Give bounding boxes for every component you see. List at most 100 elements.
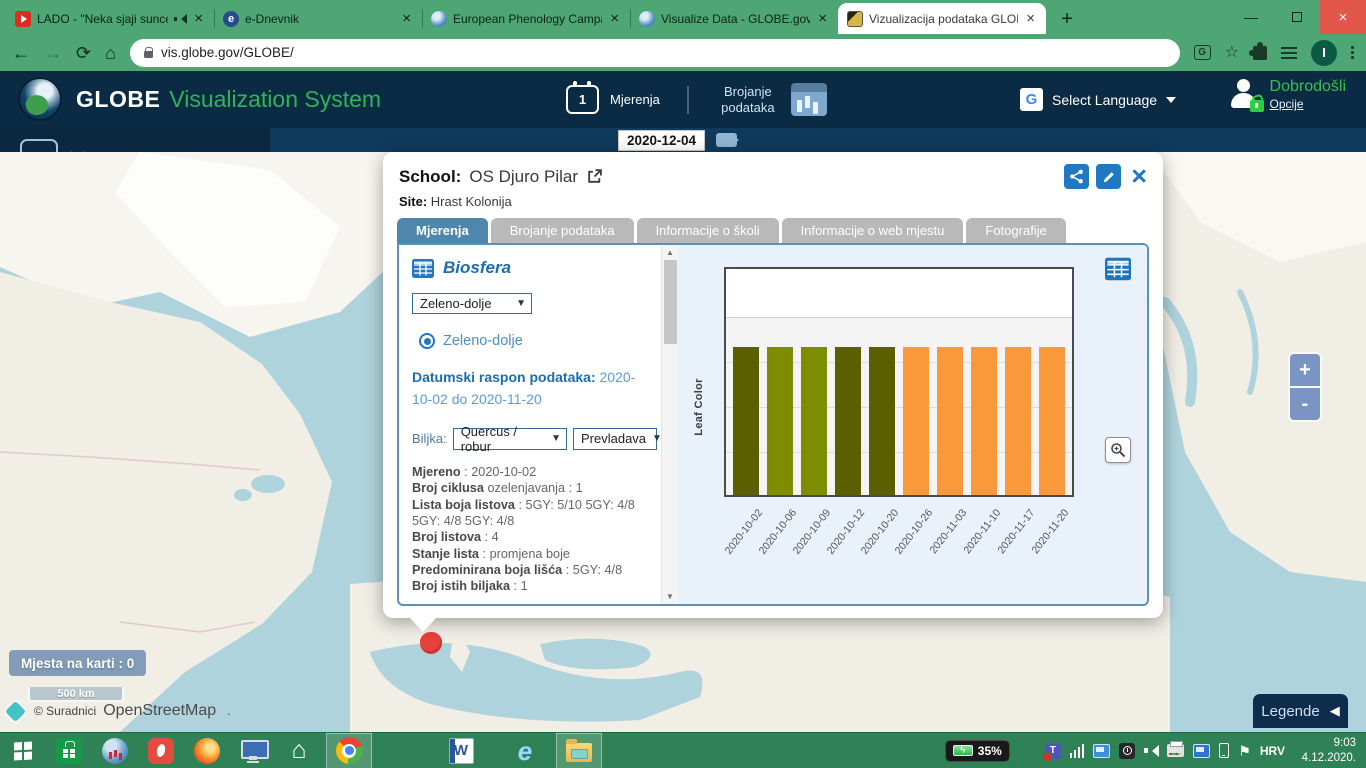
share-button[interactable] [1064, 164, 1089, 189]
plant-select[interactable]: Quercus / robur▼ [453, 428, 567, 450]
taskbar-chrome[interactable] [326, 733, 372, 768]
close-button[interactable]: × [1320, 0, 1366, 34]
chart-bar[interactable] [767, 347, 793, 495]
tab-close-icon[interactable]: × [608, 11, 621, 26]
printer-icon[interactable] [1167, 744, 1184, 757]
taskbar-word[interactable]: W [438, 733, 484, 768]
teams-icon[interactable]: T [1045, 743, 1061, 759]
browser-menu-icon[interactable] [1351, 46, 1354, 59]
device-icon[interactable] [1219, 743, 1229, 758]
chart-bar[interactable] [801, 347, 827, 495]
panel-scrollbar[interactable]: ▲ ▼ [661, 245, 678, 604]
chart-bar[interactable] [733, 347, 759, 495]
chart-bar[interactable] [971, 347, 997, 495]
data-count-icon[interactable] [791, 83, 827, 116]
measurements-calendar-icon[interactable]: 1 [566, 85, 599, 114]
tab-close-icon[interactable]: × [1024, 11, 1037, 26]
data-table-button[interactable] [1105, 257, 1131, 286]
restore-button[interactable] [1274, 0, 1320, 34]
tab-close-icon[interactable]: × [816, 11, 829, 26]
taskbar-firefox[interactable] [184, 733, 230, 768]
minimize-button[interactable]: — [1228, 0, 1274, 34]
variant-select[interactable]: Prevladava▼ [573, 428, 657, 450]
dialog-tab[interactable]: Informacije o web mjestu [782, 218, 964, 243]
scrollbar-thumb[interactable] [664, 260, 677, 344]
edit-button[interactable] [1096, 164, 1121, 189]
lock-icon[interactable] [144, 47, 153, 58]
dialog-close-icon[interactable]: × [1131, 163, 1147, 190]
scroll-down-icon[interactable]: ▼ [666, 589, 674, 604]
zoom-out-button[interactable]: - [1290, 388, 1320, 420]
taskbar-lenovo[interactable] [230, 733, 276, 768]
forward-icon[interactable]: → [44, 44, 62, 62]
tab-audio-icon[interactable] [174, 13, 186, 25]
keyboard-layout[interactable]: HRV [1260, 744, 1285, 758]
home-icon[interactable]: ⌂ [105, 44, 116, 62]
taskbar-store[interactable] [46, 733, 92, 768]
dialog-tab[interactable]: Informacije o školi [637, 218, 779, 243]
animation-camera-icon[interactable] [716, 133, 737, 147]
bookmark-star-icon[interactable]: ☆ [1225, 45, 1239, 61]
chart-zoom-button[interactable] [1105, 437, 1131, 463]
chart-bar[interactable] [903, 347, 929, 495]
url-text[interactable]: vis.globe.gov/GLOBE/ [161, 45, 294, 60]
address-bar[interactable]: vis.globe.gov/GLOBE/ [130, 39, 1180, 67]
new-tab-button[interactable]: + [1052, 4, 1082, 34]
start-button[interactable] [0, 733, 46, 768]
taskbar-explorer[interactable] [556, 733, 602, 768]
scroll-up-icon[interactable]: ▲ [666, 245, 674, 260]
nav-measurements[interactable]: Mjerenja [610, 92, 660, 107]
flag-icon[interactable]: ⚑ [1238, 744, 1251, 758]
clock-app-icon[interactable] [1119, 743, 1135, 759]
battery-widget[interactable]: ϟ 35% [945, 740, 1010, 762]
browser-tab[interactable]: European Phenology Campaign× [422, 3, 630, 34]
profile-avatar[interactable]: I [1311, 40, 1337, 66]
external-link-icon[interactable] [586, 168, 603, 185]
globeblue-favicon-icon [639, 11, 655, 27]
browser-tab[interactable]: Visualize Data - GLOBE.gov× [630, 3, 838, 34]
projector-icon[interactable] [1193, 744, 1210, 758]
tab-close-icon[interactable]: × [400, 11, 413, 26]
nav-data-count[interactable]: Brojanje podataka [716, 84, 780, 115]
options-link[interactable]: Opcije [1270, 97, 1346, 111]
dialog-tab[interactable]: Fotografije [966, 218, 1065, 243]
dialog-tab[interactable]: Mjerenja [397, 218, 488, 243]
back-icon[interactable]: ← [12, 44, 30, 62]
dialog-tab[interactable]: Brojanje podataka [491, 218, 634, 243]
measure-select[interactable]: Zeleno-dolje▼ [412, 293, 532, 314]
chart-bar[interactable] [835, 347, 861, 495]
attribution-link[interactable]: OpenStreetMap [103, 702, 216, 720]
language-label[interactable]: Select Language [1052, 92, 1157, 108]
browser-tab[interactable]: Vizualizacija podataka GLOBE zn× [838, 3, 1046, 34]
measure-radio-row[interactable]: Zeleno-dolje [419, 333, 657, 349]
taskbar-clock[interactable]: 9:03 4.12.2020. [1294, 736, 1356, 766]
chart-bar[interactable] [937, 347, 963, 495]
browser-tab[interactable]: LADO - "Neka sjaji sunce svi× [6, 3, 214, 34]
taskbar-gnome-app[interactable] [138, 733, 184, 768]
globe-logo-icon[interactable] [18, 77, 62, 121]
legend-toggle-button[interactable]: Legende ◀ [1253, 694, 1348, 728]
tab-close-icon[interactable]: × [192, 11, 205, 26]
date-input[interactable]: 2020-12-04 [618, 130, 705, 151]
extensions-icon[interactable] [1253, 46, 1267, 60]
chart-bar[interactable] [1005, 347, 1031, 495]
chart-bar[interactable] [1039, 347, 1065, 495]
browser-tab[interactable]: ee-Dnevnik× [214, 3, 422, 34]
osm-logo-icon[interactable] [5, 700, 26, 721]
chart-bar[interactable] [869, 347, 895, 495]
translate-icon[interactable]: G [1194, 45, 1211, 60]
reload-icon[interactable]: ⟳ [76, 44, 91, 62]
map-marker[interactable] [420, 632, 442, 654]
radio-selected-icon[interactable] [419, 333, 435, 349]
speaker-icon[interactable] [1144, 745, 1158, 757]
language-selector[interactable]: G Select Language [1020, 71, 1176, 128]
taskbar-ie[interactable]: e [502, 733, 548, 768]
reading-list-icon[interactable] [1281, 47, 1297, 59]
user-icon[interactable] [1228, 78, 1260, 110]
zoom-in-button[interactable]: + [1290, 354, 1320, 386]
signal-icon[interactable] [1070, 744, 1085, 758]
display-settings-icon[interactable] [1093, 744, 1110, 758]
taskbar-home[interactable]: ⌂ [276, 733, 322, 768]
user-menu[interactable]: Dobrodošli Opcije [1228, 77, 1346, 112]
taskbar-globe-app[interactable] [92, 733, 138, 768]
